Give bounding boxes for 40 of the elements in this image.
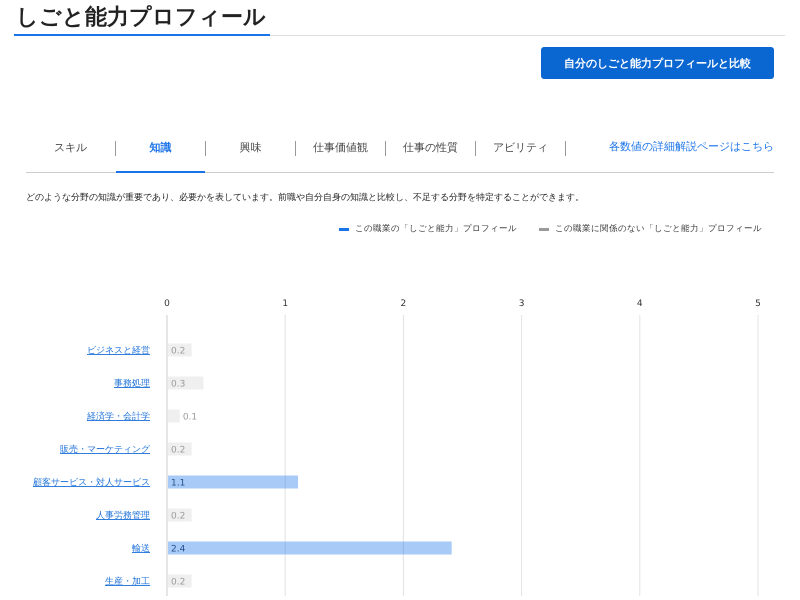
category-link[interactable]: 経済学・会計学 bbox=[87, 412, 150, 422]
tab[interactable]: アビリティ bbox=[476, 124, 565, 173]
tab[interactable]: 興味 bbox=[206, 124, 295, 173]
category-link[interactable]: 人事労務管理 bbox=[96, 511, 150, 521]
axis-tick-label: 1 bbox=[282, 299, 288, 309]
page-title: しごと能力プロフィール bbox=[14, 0, 270, 36]
bar bbox=[168, 508, 192, 522]
legend-label: この職業に関係のない「しごと能力」プロフィール bbox=[555, 223, 762, 235]
value-label: 0.2 bbox=[171, 578, 186, 588]
category-link[interactable]: 生産・加工 bbox=[105, 577, 150, 587]
bar bbox=[168, 344, 192, 356]
legend-label: この職業の「しごと能力」プロフィール bbox=[355, 223, 517, 235]
axis-tick-label: 5 bbox=[755, 299, 761, 309]
value-label: 0.1 bbox=[182, 412, 198, 422]
compare-button[interactable]: 自分のしごと能力プロフィールと比較 bbox=[541, 47, 774, 79]
tab[interactable]: 知識 bbox=[116, 124, 205, 173]
category-link[interactable]: ビジネスと経営 bbox=[87, 346, 150, 356]
bar bbox=[168, 442, 192, 456]
axis-tick-label: 4 bbox=[636, 299, 643, 309]
category-link[interactable]: 販売・マーケティング bbox=[60, 445, 150, 455]
value-label: 0.3 bbox=[171, 380, 186, 390]
bar bbox=[168, 376, 204, 390]
value-label: 2.4 bbox=[171, 544, 186, 554]
axis-tick-label: 0 bbox=[164, 299, 170, 309]
value-label: 0.2 bbox=[171, 346, 186, 356]
value-label: 0.2 bbox=[171, 446, 186, 456]
value-label: 1.1 bbox=[171, 478, 186, 488]
bar bbox=[168, 574, 192, 588]
value-label: 0.2 bbox=[171, 512, 186, 522]
tab[interactable]: スキル bbox=[26, 124, 115, 173]
tab[interactable]: 仕事価値観 bbox=[296, 124, 385, 173]
bar bbox=[168, 410, 180, 422]
tab[interactable]: 仕事の性質 bbox=[386, 124, 475, 173]
description: どのような分野の知識が重要であり、必要かを表しています。前職や自分自身の知識と比較し、不足する分野を特定することができます。 bbox=[26, 192, 585, 204]
category-link[interactable]: 顧客サービス・対人サービス bbox=[33, 478, 150, 488]
axis-tick-label: 2 bbox=[400, 299, 406, 309]
category-link[interactable]: 事務処理 bbox=[114, 379, 150, 389]
axis-tick-label: 3 bbox=[518, 299, 524, 309]
detail-link[interactable]: 各数値の詳細解説ページはこちら bbox=[609, 138, 774, 158]
category-link[interactable]: 輸送 bbox=[132, 544, 150, 554]
